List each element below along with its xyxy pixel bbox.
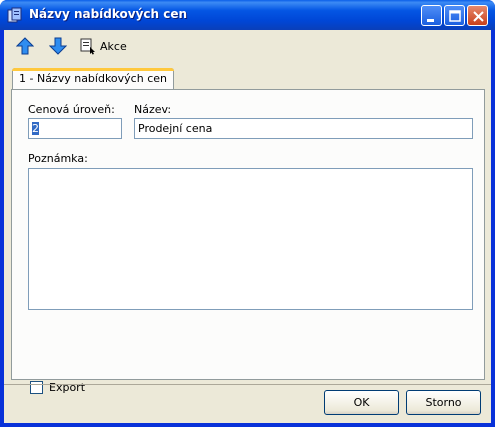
tab-label: 1 - Názvy nabídkových cen xyxy=(19,72,167,85)
cancel-button[interactable]: Storno xyxy=(406,390,481,415)
note-label: Poznámka: xyxy=(28,152,88,165)
close-icon xyxy=(473,11,484,22)
name-label: Název: xyxy=(134,103,172,116)
window-title: Názvy nabídkových cen xyxy=(29,7,188,21)
actions-button[interactable]: Akce xyxy=(80,36,127,56)
note-textarea[interactable] xyxy=(28,168,473,310)
ok-button[interactable]: OK xyxy=(324,390,399,415)
maximize-button[interactable] xyxy=(444,5,465,26)
minimize-icon xyxy=(427,19,434,22)
dialog-client-area: Akce 1 - Názvy nabídkových cen Cenová úr… xyxy=(4,30,491,423)
dialog-window: Názvy nabídkových cen Akce 1 - Názvy nab… xyxy=(0,0,495,427)
export-checkbox[interactable] xyxy=(30,381,43,394)
move-down-button[interactable] xyxy=(49,36,67,56)
actions-icon xyxy=(80,38,95,54)
tab-panel: Cenová úroveň: 2 Název: Prodejní cena Po… xyxy=(11,89,485,394)
name-input[interactable]: Prodejní cena xyxy=(134,118,473,139)
title-bar[interactable]: Názvy nabídkových cen xyxy=(0,0,495,30)
minimize-button[interactable] xyxy=(421,5,442,26)
toolbar: Akce xyxy=(4,30,491,60)
arrow-up-icon xyxy=(16,37,34,55)
footer-separator xyxy=(4,384,491,385)
maximize-icon xyxy=(449,10,461,22)
close-button[interactable] xyxy=(467,5,488,26)
move-up-button[interactable] xyxy=(16,36,34,56)
export-label: Export xyxy=(49,381,86,394)
app-icon xyxy=(7,7,22,23)
arrow-down-icon xyxy=(49,37,67,55)
tab-price-names[interactable]: 1 - Názvy nabídkových cen xyxy=(12,68,174,90)
price-level-input[interactable]: 2 xyxy=(28,118,122,139)
price-level-label: Cenová úroveň: xyxy=(28,103,115,116)
actions-label: Akce xyxy=(100,39,127,53)
